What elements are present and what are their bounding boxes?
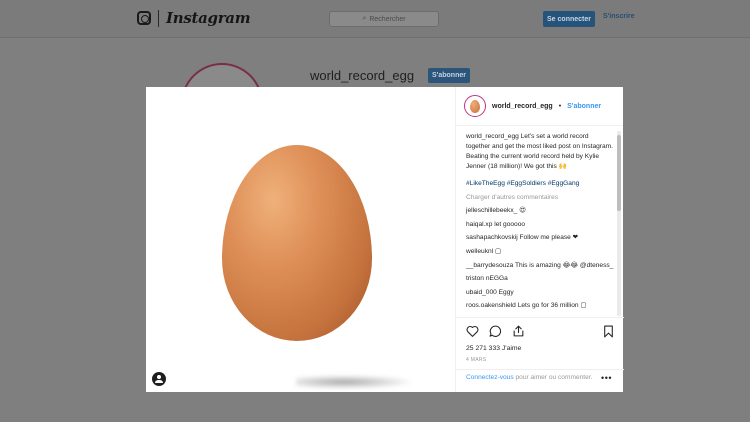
comment-text: ▢ [494, 247, 502, 255]
more-options-button[interactable]: ••• [601, 373, 612, 383]
comment-item: sashapachkovskij Follow me please ❤ [466, 233, 614, 243]
login-link[interactable]: Connectez-vous [466, 374, 514, 381]
instagram-wordmark[interactable]: Instagram [166, 9, 251, 27]
comment-username[interactable]: ubaid_000 [466, 289, 497, 296]
bookmark-icon[interactable] [603, 325, 614, 338]
comment-item: jelleschillebeekx_ 😍 [466, 206, 614, 216]
heart-icon[interactable] [466, 325, 479, 337]
action-buttons [466, 325, 525, 337]
egg-avatar-image [470, 99, 480, 113]
top-navigation-bar: Instagram ⌕ Rechercher Se connecter S'in… [0, 0, 750, 38]
instagram-glyph-icon[interactable] [137, 11, 151, 25]
comments-scrollbar-thumb[interactable] [617, 135, 621, 211]
load-more-comments-link[interactable]: Charger d'autres commentaires [466, 193, 614, 203]
comment-text: This is amazing 😂😂 @dteness_ [515, 261, 614, 269]
egg-image [222, 145, 372, 341]
search-icon: ⌕ [362, 15, 367, 22]
signup-link[interactable]: S'inscrire [603, 13, 635, 20]
comment-bubble-icon[interactable] [489, 325, 502, 337]
comment-username[interactable]: jelleschillebeekx_ [466, 207, 517, 214]
comment-text: Eggy [498, 288, 514, 296]
egg-shadow [296, 375, 416, 389]
comment-username[interactable]: __barrydesouza [466, 262, 513, 269]
comment-item: roos.oakenshield Lets go for 36 million … [466, 301, 614, 311]
post-author-username[interactable]: world_record_egg [492, 103, 553, 110]
caption-hashtags[interactable]: #LikeTheEgg #EggSoldiers #EggGang [466, 179, 614, 189]
user-tag-icon[interactable] [152, 372, 166, 386]
caption-username[interactable]: world_record_egg [466, 133, 519, 140]
comment-item: ubaid_000 Eggy [466, 288, 614, 298]
post-author-avatar[interactable] [464, 95, 486, 117]
comment-username[interactable]: roos.oakenshield [466, 302, 516, 309]
profile-follow-button[interactable]: S'abonner [428, 68, 470, 83]
post-photo[interactable] [146, 87, 455, 392]
comment-text: 😍 [519, 207, 527, 215]
comment-username[interactable]: triston [466, 275, 484, 282]
search-placeholder: Rechercher [369, 15, 406, 23]
post-caption: world_record_egg Let's set a world recor… [466, 132, 614, 172]
comment-item: haiqal.xp let gooooo [466, 220, 614, 230]
post-follow-button[interactable]: S'abonner [567, 103, 601, 110]
post-timestamp: 4 MARS [466, 357, 487, 363]
likes-count[interactable]: 25 271 333 J'aime [466, 345, 521, 352]
login-prompt-text: pour aimer ou commenter. [513, 374, 593, 381]
post-sidebar: world_record_egg • S'abonner world_recor… [455, 87, 624, 392]
comment-username[interactable]: welleuknl [466, 248, 493, 255]
comment-username[interactable]: haiqal.xp [466, 221, 492, 228]
comment-item: triston nEGGa [466, 274, 614, 284]
post-header: world_record_egg • S'abonner [456, 87, 623, 126]
login-button[interactable]: Se connecter [543, 11, 595, 27]
post-actions: 25 271 333 J'aime 4 MARS Connectez-vous … [456, 317, 624, 392]
comment-text: let gooooo [494, 220, 526, 228]
header-separator: • [558, 102, 562, 110]
comment-text: Follow me please ❤ [519, 234, 579, 242]
profile-username: world_record_egg [310, 68, 415, 83]
comment-text: nEGGa [485, 275, 508, 283]
comment-item: __barrydesouza This is amazing 😂😂 @dtene… [466, 261, 614, 271]
search-input[interactable]: ⌕ Rechercher [329, 11, 439, 27]
logo-separator [158, 10, 159, 27]
comment-text: Lets go for 36 million ▢ [517, 302, 587, 310]
login-prompt: Connectez-vous pour aimer ou commenter. [456, 369, 624, 383]
comment-username[interactable]: sashapachkovskij [466, 234, 518, 241]
comments-list[interactable]: world_record_egg Let's set a world recor… [456, 127, 624, 317]
share-icon[interactable] [512, 325, 525, 337]
comment-item: welleuknl ▢ [466, 247, 614, 257]
post-modal: world_record_egg • S'abonner world_recor… [146, 87, 624, 392]
